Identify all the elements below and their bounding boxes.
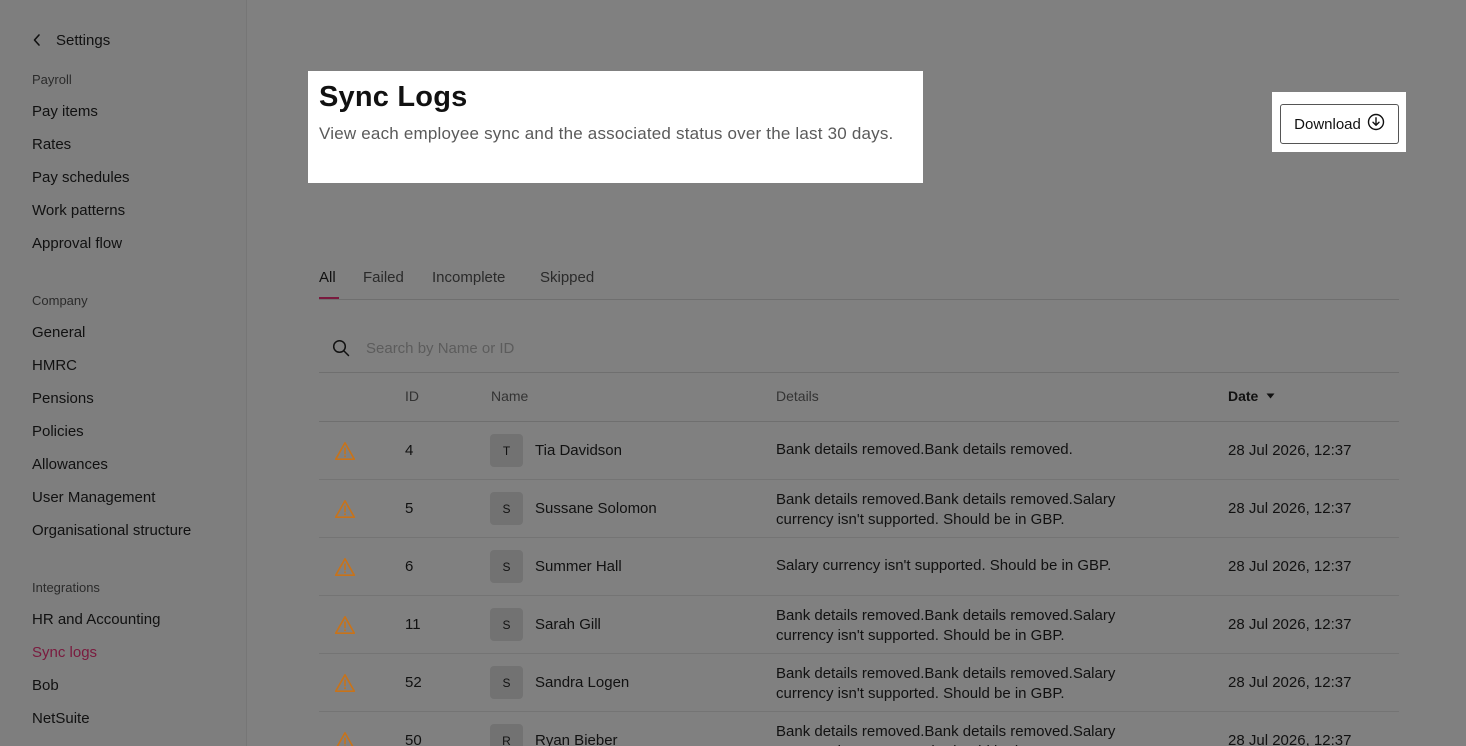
tab-failed[interactable]: Failed bbox=[363, 269, 404, 286]
column-header-details[interactable]: Details bbox=[776, 388, 819, 404]
tab-all[interactable]: All bbox=[319, 269, 336, 286]
row-name: Tia Davidson bbox=[535, 442, 622, 459]
column-header-name[interactable]: Name bbox=[491, 388, 528, 404]
section-title-payroll: Payroll bbox=[32, 72, 72, 87]
warning-icon bbox=[334, 499, 356, 519]
row-date: 28 Jul 2026, 12:37 bbox=[1228, 674, 1352, 691]
row-date: 28 Jul 2026, 12:37 bbox=[1228, 558, 1352, 575]
download-highlight: Download bbox=[1272, 92, 1406, 152]
row-date: 28 Jul 2026, 12:37 bbox=[1228, 442, 1352, 459]
warning-icon bbox=[334, 673, 356, 693]
sidebar-item-work-patterns[interactable]: Work patterns bbox=[32, 201, 125, 221]
page-title: Sync Logs bbox=[319, 81, 468, 113]
chevron-left-icon bbox=[28, 28, 46, 52]
row-details: Bank details removed.Bank details remove… bbox=[776, 723, 1116, 746]
download-button[interactable]: Download bbox=[1280, 104, 1399, 144]
sidebar-item-pensions[interactable]: Pensions bbox=[32, 389, 94, 409]
sidebar-item-approval-flow[interactable]: Approval flow bbox=[32, 234, 122, 254]
sidebar-item-sync-logs[interactable]: Sync logs bbox=[32, 643, 97, 663]
column-header-date-label: Date bbox=[1228, 388, 1259, 404]
table-row[interactable]: 4 T Tia Davidson Bank details removed.Bank … bbox=[319, 422, 1399, 480]
warning-icon bbox=[334, 731, 356, 746]
search-input[interactable] bbox=[366, 336, 966, 360]
row-date: 28 Jul 2026, 12:37 bbox=[1228, 732, 1352, 746]
row-details: Salary currency isn't supported. Should … bbox=[776, 557, 1112, 574]
avatar: T bbox=[490, 434, 523, 467]
active-tab-indicator bbox=[319, 297, 339, 299]
warning-icon bbox=[334, 557, 356, 577]
table-row[interactable]: 11 S Sarah Gill Bank details removed.Bank d… bbox=[319, 596, 1399, 654]
table-row[interactable]: 6 S Summer Hall Salary currency isn't suppo… bbox=[319, 538, 1399, 596]
row-name: Ryan Bieber bbox=[535, 732, 618, 746]
status-tabs: All Failed Incomplete Skipped bbox=[319, 262, 1399, 300]
row-id: 4 bbox=[405, 442, 414, 459]
search-bar bbox=[319, 324, 1399, 373]
row-name: Summer Hall bbox=[535, 558, 622, 575]
sidebar-item-policies[interactable]: Policies bbox=[32, 422, 84, 442]
table-row[interactable]: 50 R Ryan Bieber Bank details removed.Bank … bbox=[319, 712, 1399, 746]
row-id: 52 bbox=[405, 674, 422, 691]
sidebar-item-allowances[interactable]: Allowances bbox=[32, 455, 108, 475]
row-details: Bank details removed.Bank details remove… bbox=[776, 441, 1073, 458]
row-id: 50 bbox=[405, 732, 422, 746]
download-icon bbox=[1367, 113, 1385, 136]
avatar: S bbox=[490, 666, 523, 699]
row-id: 11 bbox=[405, 616, 421, 633]
row-id: 5 bbox=[405, 500, 414, 517]
table-row[interactable]: 5 S Sussane Solomon Bank details removed.Ba… bbox=[319, 480, 1399, 538]
section-title-company: Company bbox=[32, 293, 88, 308]
avatar: R bbox=[490, 724, 523, 746]
sidebar-item-user-management[interactable]: User Management bbox=[32, 488, 155, 508]
sort-desc-icon bbox=[1266, 393, 1275, 399]
row-name: Sandra Logen bbox=[535, 674, 630, 691]
avatar: S bbox=[490, 608, 523, 641]
section-title-integrations: Integrations bbox=[32, 580, 100, 595]
row-details: Bank details removed.Bank details remove… bbox=[776, 491, 1116, 528]
row-details: Bank details removed.Bank details remove… bbox=[776, 665, 1116, 702]
table-header: ID Name Details Date bbox=[319, 373, 1399, 422]
warning-icon bbox=[334, 615, 356, 635]
tab-incomplete[interactable]: Incomplete bbox=[432, 269, 505, 286]
page-subtitle: View each employee sync and the associat… bbox=[319, 124, 894, 143]
row-name: Sussane Solomon bbox=[535, 500, 657, 517]
download-label: Download bbox=[1294, 115, 1361, 133]
sidebar-item-hmrc[interactable]: HMRC bbox=[32, 356, 77, 376]
back-label: Settings bbox=[56, 31, 111, 49]
sidebar-item-organisational-structure[interactable]: Organisational structure bbox=[32, 521, 191, 541]
row-name: Sarah Gill bbox=[535, 616, 601, 633]
sidebar-item-pay-items[interactable]: Pay items bbox=[32, 102, 98, 122]
sidebar: Settings Payroll Pay items Rates Pay sch… bbox=[0, 0, 247, 746]
page-header: Sync Logs View each employee sync and th… bbox=[308, 71, 923, 183]
sidebar-item-pay-schedules[interactable]: Pay schedules bbox=[32, 168, 130, 188]
avatar: S bbox=[490, 550, 523, 583]
column-header-id[interactable]: ID bbox=[405, 388, 419, 404]
row-date: 28 Jul 2026, 12:37 bbox=[1228, 616, 1352, 633]
tab-skipped[interactable]: Skipped bbox=[540, 269, 594, 286]
sidebar-item-hr-and-accounting[interactable]: HR and Accounting bbox=[32, 610, 160, 630]
sidebar-item-general[interactable]: General bbox=[32, 323, 85, 343]
sidebar-item-bob[interactable]: Bob bbox=[32, 676, 59, 696]
row-id: 6 bbox=[405, 558, 414, 575]
search-icon bbox=[332, 339, 350, 357]
row-date: 28 Jul 2026, 12:37 bbox=[1228, 500, 1352, 517]
avatar: S bbox=[490, 492, 523, 525]
sidebar-item-rates[interactable]: Rates bbox=[32, 135, 71, 155]
column-header-date[interactable]: Date bbox=[1228, 388, 1275, 404]
sidebar-item-netsuite[interactable]: NetSuite bbox=[32, 709, 90, 729]
row-details: Bank details removed.Bank details remove… bbox=[776, 607, 1116, 644]
back-to-settings[interactable]: Settings bbox=[28, 28, 110, 52]
table-row[interactable]: 52 S Sandra Logen Bank details removed.Bank… bbox=[319, 654, 1399, 712]
warning-icon bbox=[334, 441, 356, 461]
